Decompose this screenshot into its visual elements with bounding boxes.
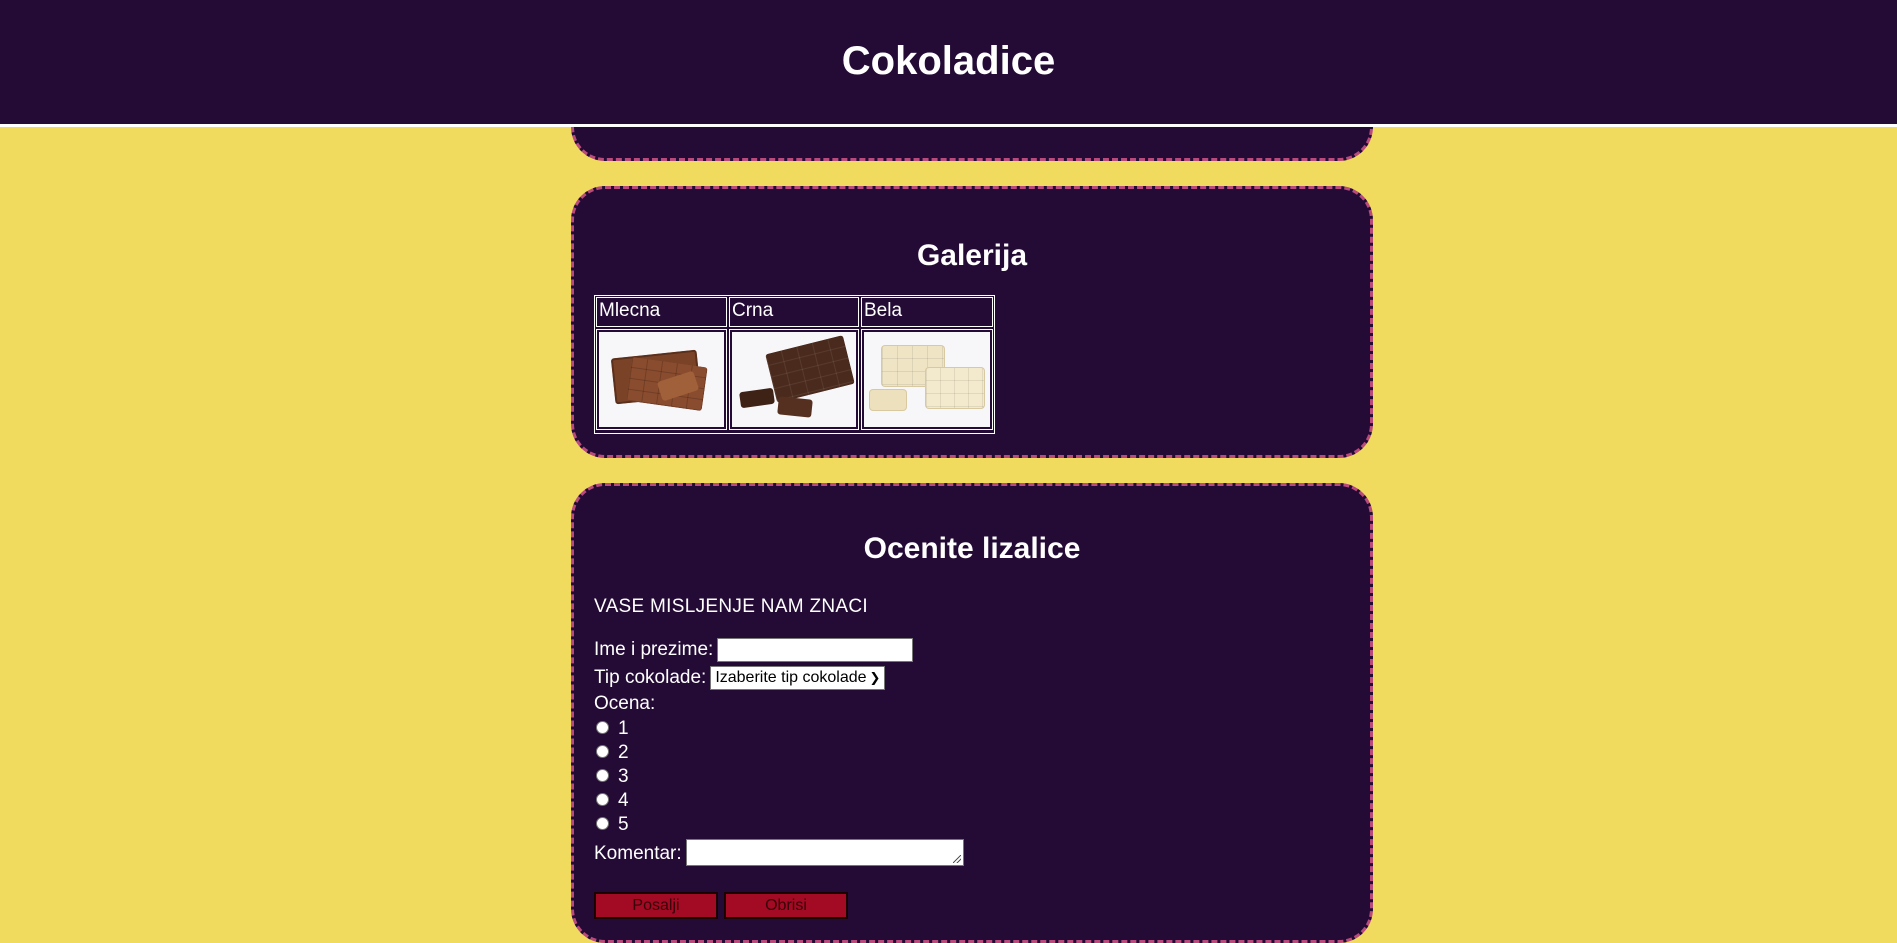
rating-option-4[interactable]: 4 [596,789,629,813]
comment-row: Komentar: [594,839,964,866]
name-row: Ime i prezime: [594,638,914,662]
site-header: Cokoladice [0,0,1897,127]
radio-button[interactable] [596,793,609,806]
rating-option-3[interactable]: 3 [596,765,629,789]
radio-button[interactable] [596,745,609,758]
rating-option-label: 5 [618,814,629,835]
name-input[interactable] [717,638,914,662]
reset-button[interactable]: Obrisi [724,892,848,919]
gallery-title: Galerija [916,239,1028,272]
radio-button[interactable] [596,817,609,830]
rating-title: Ocenite lizalice [863,532,1081,565]
gallery-table: Mlecna Crna Bela [594,295,995,434]
submit-button[interactable]: Posalji [594,892,718,919]
type-label: Tip cokolade: [594,667,707,689]
rating-option-label: 3 [618,766,629,787]
rating-option-5[interactable]: 5 [596,813,629,837]
resize-handle-icon[interactable] [952,855,961,863]
rating-option-1[interactable]: 1 [596,717,629,741]
form-intro: VASE MISLJENJE NAM ZNACI [594,596,868,617]
gallery-label-bela: Bela [861,297,993,327]
comment-textarea[interactable] [685,839,964,866]
comment-label: Komentar: [594,843,682,864]
radio-button[interactable] [596,721,609,734]
gallery-label-mlecna: Mlecna [596,297,727,327]
milk-chocolate-image [596,329,727,430]
rating-option-label: 2 [618,742,629,763]
rating-label: Ocena: [594,693,656,714]
chevron-down-icon: ❯ [869,670,881,685]
white-chocolate-image [861,329,993,430]
chocolate-type-selected: Izaberite tip cokolade [715,669,867,686]
dark-chocolate-image [729,329,859,430]
page-title: Cokoladice [841,39,1056,83]
radio-button[interactable] [596,769,609,782]
rating-option-label: 4 [618,790,629,811]
rating-section: Ocenite lizalice VASE MISLJENJE NAM ZNAC… [571,483,1373,943]
name-label: Ime i prezime: [594,639,714,661]
rating-option-2[interactable]: 2 [596,741,629,765]
chocolate-type-select[interactable]: Izaberite tip cokolade ❯ [710,666,886,690]
gallery-section: Galerija Mlecna Crna Bela [571,186,1373,458]
gallery-label-crna: Crna [729,297,859,327]
rating-option-label: 1 [618,718,629,739]
type-row: Tip cokolade: Izaberite tip cokolade ❯ [594,666,886,690]
